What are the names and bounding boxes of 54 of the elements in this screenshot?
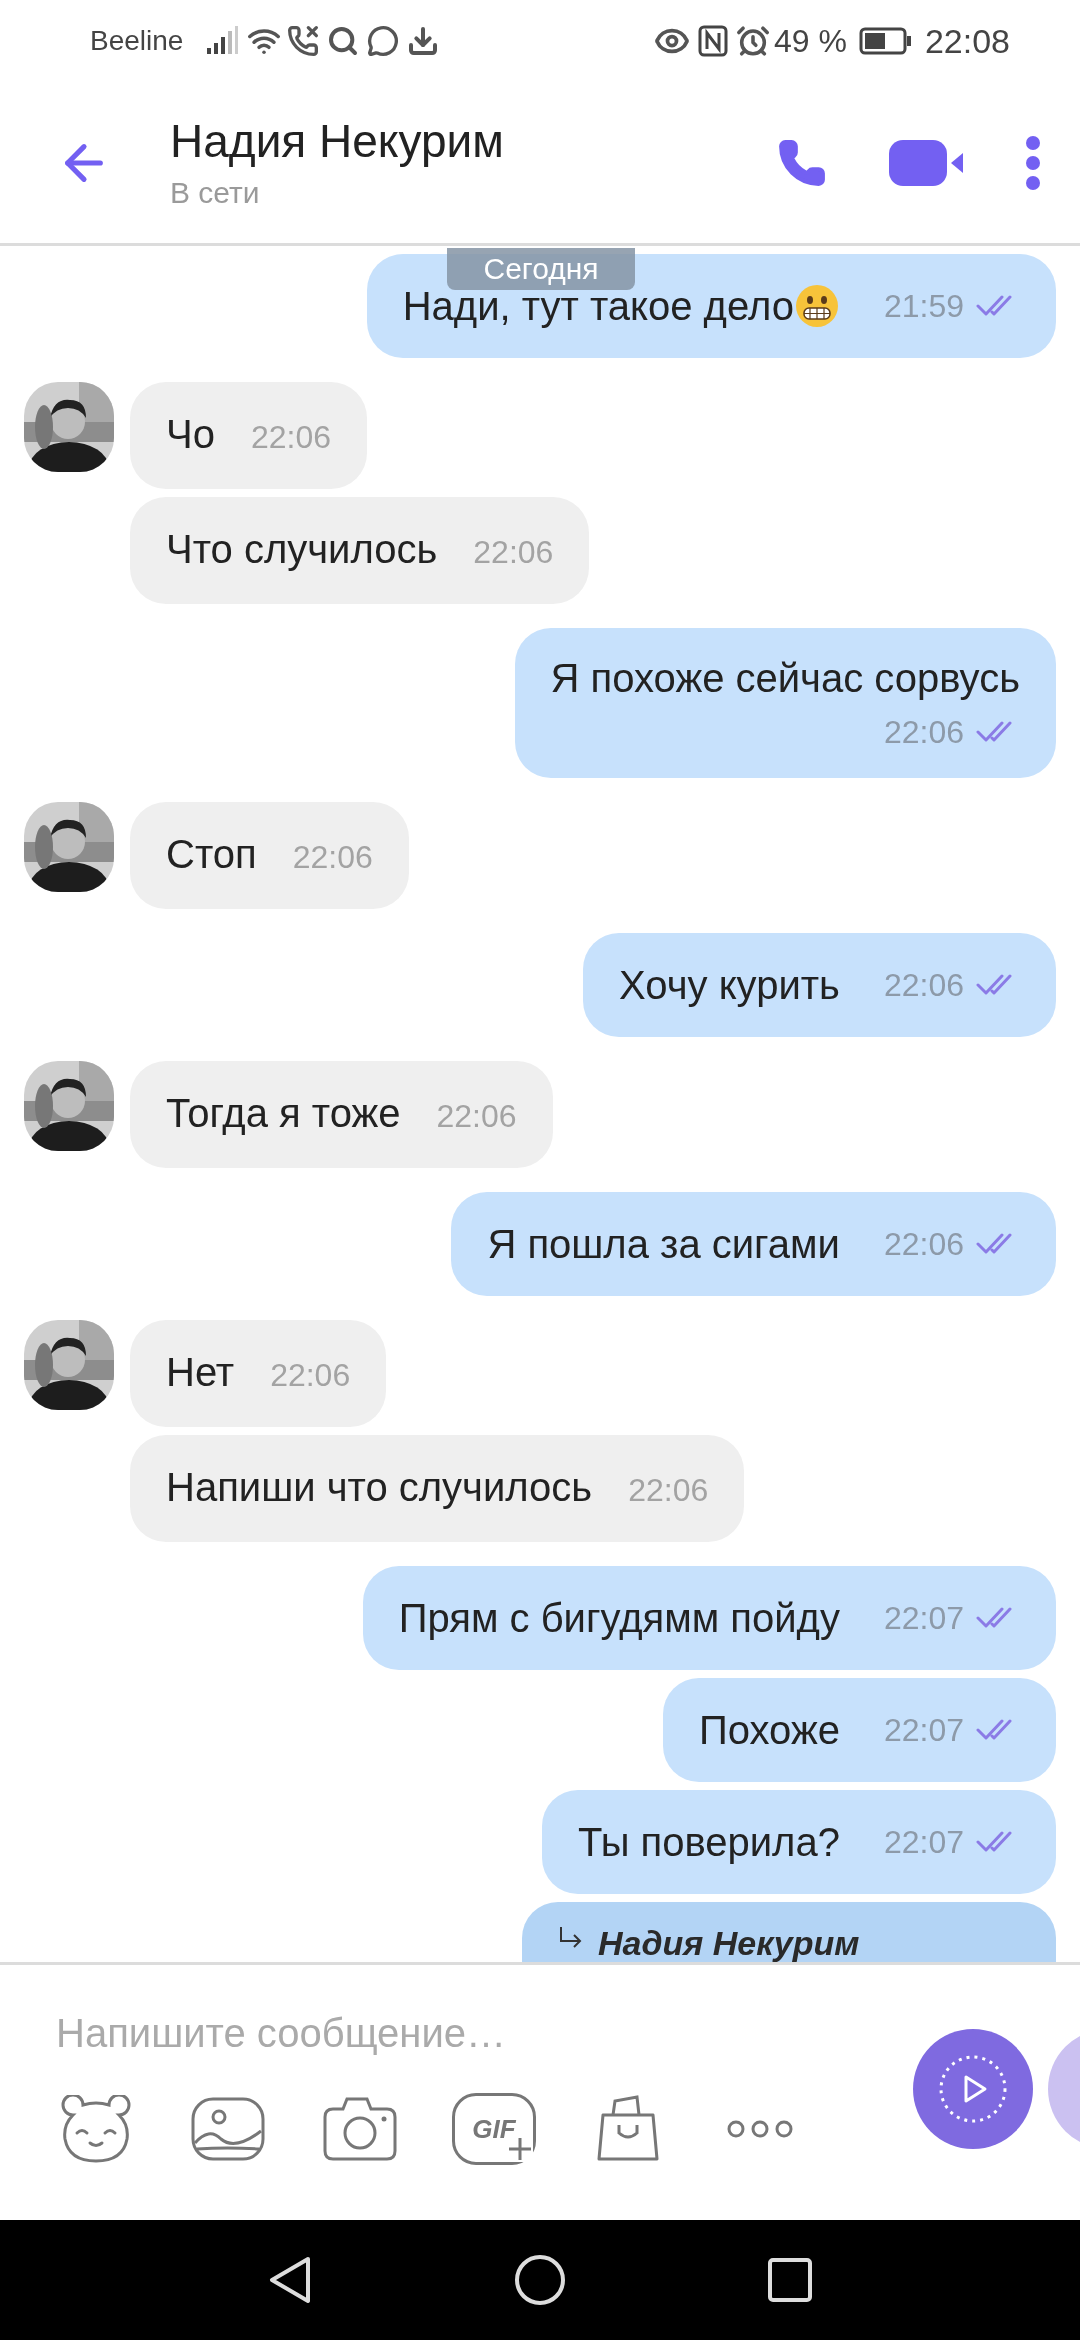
play-icon (938, 2054, 1008, 2124)
contact-status: В сети (170, 174, 261, 211)
camera-icon (321, 2095, 399, 2163)
message-text: Хочу курить (619, 962, 840, 1009)
message-text: Нет (166, 1349, 235, 1396)
missed-call-icon (287, 25, 320, 57)
alarm-icon (735, 24, 770, 58)
message-input-field[interactable]: Напишите сообщение… (56, 2003, 916, 2063)
quoted-sender-name: Надия Некурим (598, 1923, 860, 1962)
message-text: Стоп (166, 831, 257, 878)
message-time: 22:07 (883, 1823, 964, 1862)
shopping-bag-icon (597, 2095, 659, 2163)
message-time: 22:06 (883, 713, 964, 752)
message-time: 22:06 (473, 533, 554, 572)
battery-percent: 49 % (773, 22, 847, 61)
message-time: 22:06 (270, 1356, 351, 1395)
message-text: Чо (166, 411, 215, 458)
message-text: Что случилось (166, 526, 438, 573)
message-time: 22:06 (292, 838, 373, 877)
video-camera-icon (889, 139, 965, 186)
message-text: Тогда я тоже (166, 1090, 401, 1137)
message-text: Похоже (699, 1707, 840, 1754)
phone-icon (777, 137, 827, 188)
contact-name: Надия Некурим (170, 113, 505, 169)
message-text: Прям с бигудямм пойду (398, 1595, 840, 1642)
message-text: Я пошла за сигами (487, 1221, 840, 1268)
message-time: 22:07 (883, 1711, 964, 1750)
grimacing-emoji-icon (793, 283, 840, 329)
triangle-back-icon (268, 2255, 312, 2305)
download-icon (407, 25, 440, 57)
chat-bubble-icon (367, 25, 400, 57)
date-label: Сегодня (447, 248, 635, 290)
message-time: 22:06 (883, 966, 964, 1005)
signal-icon (205, 26, 240, 56)
circle-home-icon (514, 2254, 566, 2306)
gif-button[interactable]: GIF (452, 2093, 536, 2165)
nfc-icon (697, 25, 728, 57)
message-time: 22:06 (883, 1225, 964, 1264)
more-horizontal-icon (726, 2119, 794, 2139)
message-time: 22:06 (250, 418, 331, 457)
message-time: 22:07 (883, 1599, 964, 1638)
clock-time: 22:08 (924, 20, 1010, 62)
image-icon (191, 2097, 265, 2161)
more-vertical-icon (1025, 134, 1041, 191)
message-time: 21:59 (883, 287, 964, 326)
search-icon (327, 25, 360, 57)
carrier-name: Beeline (90, 24, 184, 58)
message-text: Напиши что случилось (166, 1464, 593, 1511)
square-recents-icon (767, 2257, 813, 2303)
message-text: Я похоже сейчас сорвусь (550, 655, 1020, 702)
message-time: 22:06 (628, 1471, 709, 1510)
battery-icon (858, 27, 913, 55)
message-time: 22:06 (436, 1097, 517, 1136)
message-text: Ты поверила? (578, 1819, 840, 1866)
